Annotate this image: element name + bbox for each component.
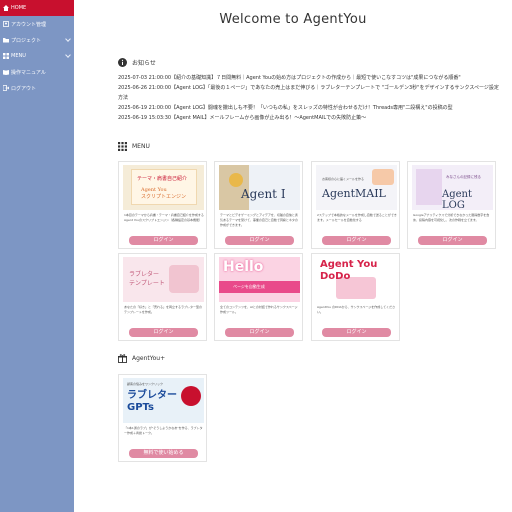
card-thumb-title: Agent LOG [442, 189, 472, 210]
sidebar-item-label: アカウント管理 [11, 21, 47, 28]
news-item[interactable]: 2025-06-26 21:00:00【Agent LOG】「最後の１ページ」で… [118, 83, 502, 103]
card-description: テーマとビデオゲーミングとアイデアを、切磋の自信と勇気あるテーマを受けて、事業の… [220, 213, 298, 227]
login-button[interactable]: ログイン [322, 236, 391, 245]
sidebar-item-logout[interactable]: ログアウト [0, 80, 74, 96]
plus-card-love-letter-gpts[interactable]: 顧客の悩みをワンクリック ラブレター GPTs 「1本1通のラブ」が"そうしよう… [118, 374, 207, 462]
sidebar-item-home[interactable]: HOME [0, 0, 74, 16]
card-thumbnail: 顧客の悩みをワンクリック ラブレター GPTs [123, 378, 204, 423]
card-thumb-sub: お客様の心に届くメールを作る [322, 177, 365, 181]
news-item[interactable]: 2025-06-19 21:00:00【Agent LOG】闘魂を撒出しも不要！… [118, 103, 512, 113]
menu-card-agent-log[interactable]: みなさんの記録に残る Agent LOG Googleアナリティクスで分析できな… [407, 161, 496, 249]
user-icon [3, 21, 9, 27]
card-description: 1本目のテーマから肩書・テーマ・肩書自己紹介を作成するAgent Youのスクリ… [124, 213, 204, 222]
menu-card-script[interactable]: テーマ・肩書自己紹介 Agent You スクリプトエンジン 1本目のテーマから… [118, 161, 207, 249]
card-thumb-sub: 顧客の悩みをワンクリック [127, 382, 164, 386]
sidebar-item-project[interactable]: プロジェクト [0, 32, 74, 48]
grid-icon [118, 142, 127, 151]
card-thumb-title: ラブレター GPTs [127, 390, 177, 413]
chevron-down-icon [65, 52, 71, 58]
gift-icon [118, 354, 127, 363]
card-thumb-sub: みなさんの記録に残る [446, 175, 481, 179]
sidebar-item-label: MENU [11, 53, 26, 59]
card-thumb-title: Agent You DoDo [320, 259, 378, 282]
card-thumbnail: Agent I [219, 165, 300, 210]
menu-heading: MENU [118, 142, 150, 151]
menu-card-agent-you-dodo[interactable]: Agent You DoDo AgentYou のDDAから、サンクスページを作… [311, 253, 400, 341]
sidebar-item-manual[interactable]: 操作マニュアル [0, 64, 74, 80]
card-thumb-sub: テーマ・肩書自己紹介 [137, 176, 188, 182]
sidebar: HOME アカウント管理 プロジェクト MENU 操作マニュアル ログアウト [0, 0, 74, 512]
login-button[interactable]: ログイン [418, 236, 487, 245]
card-description: Googleアナリティクスで分析できなかった獲得数字を含め、投稿内容を可視化し、… [413, 213, 490, 222]
agentyou-plus-heading-label: AgentYou+ [132, 355, 166, 362]
login-button[interactable]: ログイン [129, 236, 198, 245]
card-thumbnail: Agent You DoDo [316, 257, 397, 302]
card-description: 「1本1通のラブ」が"そうしようかなあ"を作る、ラブレター作成＋商談トーク。 [124, 426, 203, 435]
login-button[interactable]: ログイン [225, 236, 294, 245]
book-icon [3, 69, 9, 75]
news-item[interactable]: 2025-07-03 21:00:00【紹介の基礎知識】７日間無料｜Agent … [118, 73, 512, 83]
card-thumbnail: Hello ページを自動生成 [219, 257, 300, 302]
agentyou-plus-heading: AgentYou+ [118, 354, 165, 363]
card-thumb-title: AgentMAIL [322, 187, 386, 200]
login-button[interactable]: ログイン [129, 328, 198, 337]
menu-heading-label: MENU [132, 143, 150, 150]
chevron-down-icon [65, 36, 71, 42]
card-description: 2ステップで本格的なメールを作成し自動で送ることができます。メールセールを自動化… [317, 213, 397, 222]
login-button[interactable]: ログイン [322, 328, 391, 337]
menu-card-agentmail[interactable]: お客様の心に届くメールを作る AgentMAIL 2ステップで本格的なメールを作… [311, 161, 400, 249]
card-description: AgentYou のDDAから、サンクスページを作成してください。 [317, 305, 396, 314]
info-icon [118, 58, 127, 67]
sidebar-item-label: HOME [11, 5, 27, 11]
page-title: Welcome to AgentYou [219, 12, 367, 27]
sidebar-item-label: 操作マニュアル [11, 69, 46, 76]
main-content: Welcome to AgentYou お知らせ 2025-07-03 21:0… [74, 0, 512, 512]
news-heading-label: お知らせ [132, 60, 156, 67]
logout-icon [2, 85, 10, 91]
card-thumbnail: お客様の心に届くメールを作る AgentMAIL [316, 165, 397, 210]
folder-icon [3, 37, 9, 43]
menu-card-love-letter[interactable]: ラブレター テンプレート あなたの「好き」と「売れる」を両立するラブレター型のテ… [118, 253, 207, 341]
card-thumb-title: ラブレター テンプレート [129, 271, 165, 287]
news-list: 2025-07-03 21:00:00【紹介の基礎知識】７日間無料｜Agent … [118, 73, 512, 130]
news-heading: お知らせ [118, 58, 156, 67]
login-button[interactable]: ログイン [225, 328, 294, 337]
card-description: あなたの「好き」と「売れる」を両立するラブレター型のテンプレートを作成。 [124, 305, 203, 314]
card-thumbnail: みなさんの記録に残る Agent LOG [412, 165, 493, 210]
menu-card-hello[interactable]: Hello ページを自動生成 全てのコンテンツを、AIとの対話で作れるサンクスペ… [214, 253, 303, 341]
card-thumb-sub: ページを自動生成 [233, 284, 265, 289]
start-free-button[interactable]: 無料で使い始める [129, 449, 198, 458]
card-thumbnail: テーマ・肩書自己紹介 Agent You スクリプトエンジン [123, 165, 204, 210]
card-description: 全てのコンテンツを、AIとの対話で作れるサンクスページ作成ツール。 [220, 305, 298, 314]
menu-icon [3, 53, 9, 59]
card-thumbnail: ラブレター テンプレート [123, 257, 204, 302]
sidebar-item-account[interactable]: アカウント管理 [0, 16, 74, 32]
news-item[interactable]: 2025-06-19 15:03:30【Agent MAIL】メールフレームから… [118, 113, 512, 123]
card-thumb-title: Hello [223, 259, 264, 275]
card-thumb-title: Agent You スクリプトエンジン [141, 187, 187, 200]
home-icon [3, 5, 9, 11]
card-thumb-title: Agent I [241, 187, 286, 201]
sidebar-item-label: ログアウト [11, 85, 37, 92]
menu-card-agent-i[interactable]: Agent I テーマとビデオゲーミングとアイデアを、切磋の自信と勇気あるテーマ… [214, 161, 303, 249]
sidebar-item-label: プロジェクト [11, 37, 42, 44]
sidebar-item-menu[interactable]: MENU [0, 48, 74, 64]
